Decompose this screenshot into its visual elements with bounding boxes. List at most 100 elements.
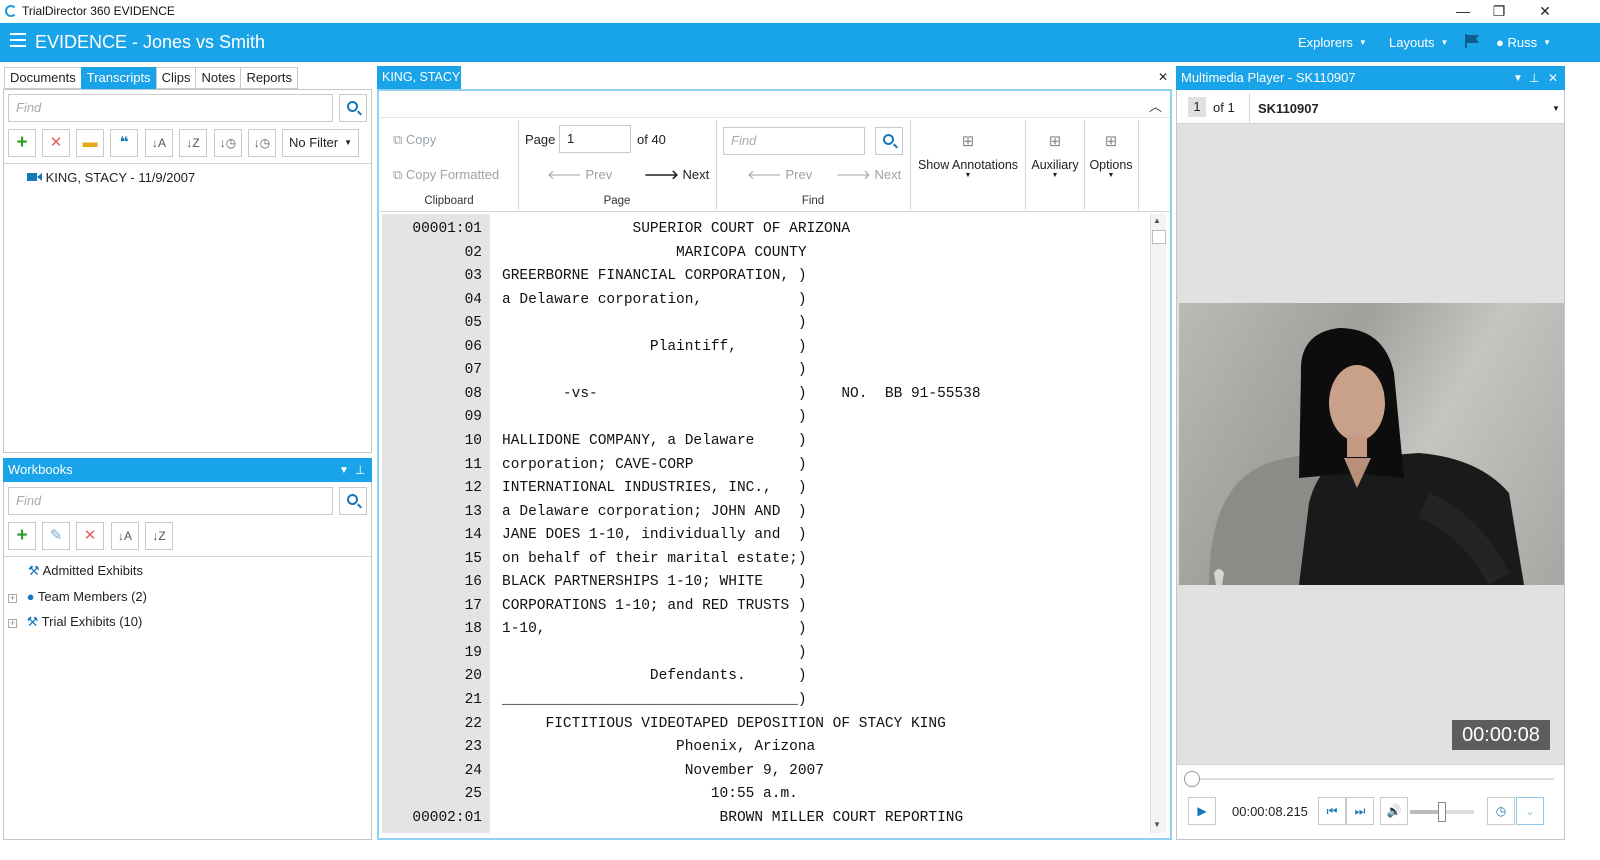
explorers-menu[interactable]: Explorers ▼ (1298, 35, 1367, 50)
transcript-line[interactable]: Defendants. ) (502, 668, 807, 684)
seek-handle[interactable] (1183, 771, 1200, 787)
transcript-line[interactable]: 10:55 a.m. (502, 786, 798, 802)
workbook-item-admitted-exhibits[interactable]: ⚒ Admitted Exhibits (28, 563, 143, 579)
find-prev-button[interactable]: 🡐 Prev (747, 167, 812, 183)
play-button[interactable]: ▶ (1188, 797, 1216, 825)
transcript-line[interactable]: a Delaware corporation, ) (502, 292, 807, 308)
transcript-line[interactable]: SUPERIOR COURT OF ARIZONA (502, 221, 851, 237)
transcript-line[interactable]: MARICOPA COUNTY (502, 245, 807, 261)
sort-descending-icon[interactable]: ↓Z (145, 522, 173, 550)
copy-formatted-button[interactable]: ⧉ Copy Formatted (393, 167, 499, 183)
volume-icon[interactable]: 🔊 (1380, 797, 1408, 825)
transcript-line[interactable]: CORPORATIONS 1-10; and RED TRUSTS ) (502, 598, 807, 614)
quote-icon[interactable]: ❝ (110, 129, 138, 157)
close-tab-icon[interactable]: ✕ (1158, 70, 1168, 84)
transcript-line[interactable]: on behalf of their marital estate;) (502, 551, 807, 567)
show-annotations-button[interactable]: ⊞ Show Annotations ▼ (912, 132, 1024, 179)
tab-notes[interactable]: Notes (195, 67, 241, 89)
expand-icon[interactable]: + (8, 594, 17, 603)
hamburger-menu-icon[interactable] (10, 33, 26, 47)
clip-select[interactable]: SK110907 (1258, 101, 1319, 116)
transcript-line[interactable]: ) (502, 315, 807, 331)
transcript-line[interactable]: ) (502, 362, 807, 378)
scroll-up-icon[interactable]: ▲ (1153, 216, 1161, 225)
folder-icon[interactable]: ▬ (76, 129, 104, 157)
video-frame[interactable] (1179, 303, 1564, 585)
transcript-line[interactable]: JANE DOES 1-10, individually and ) (502, 527, 807, 543)
chevron-down-icon[interactable]: ⌄ (1516, 797, 1544, 825)
user-menu[interactable]: ● Russ ▼ (1496, 35, 1551, 50)
flag-icon[interactable] (1464, 33, 1482, 52)
add-button[interactable]: + (8, 129, 36, 157)
find-next-button[interactable]: 🡒 Next (836, 167, 901, 183)
sort-ascending-icon[interactable]: ↓A (111, 522, 139, 550)
volume-handle[interactable] (1438, 802, 1446, 822)
transcript-line[interactable]: Phoenix, Arizona (502, 739, 815, 755)
transcript-line[interactable]: GREERBORNE FINANCIAL CORPORATION, ) (502, 268, 807, 284)
delete-workbook-button[interactable]: ✕ (76, 522, 104, 550)
maximize-button[interactable]: ❐ (1476, 0, 1522, 23)
next-page-button[interactable]: 🡒 Next (644, 167, 709, 183)
clip-page-input[interactable]: 1 (1188, 97, 1206, 117)
transcript-find-button[interactable] (875, 127, 903, 155)
workbook-item-trial-exhibits[interactable]: + ⚒ Trial Exhibits (10) (8, 614, 142, 630)
sort-descending-icon[interactable]: ↓Z (179, 129, 207, 157)
dropdown-icon[interactable]: ▼ (339, 465, 349, 476)
transcript-line[interactable]: BLACK PARTNERSHIPS 1-10; WHITE ) (502, 574, 807, 590)
dropdown-icon[interactable]: ▼ (1513, 73, 1523, 84)
transcript-line[interactable]: FICTITIOUS VIDEOTAPED DEPOSITION OF STAC… (502, 716, 946, 732)
transcript-line[interactable]: ) (502, 645, 807, 661)
tab-transcripts[interactable]: Transcripts (80, 67, 156, 89)
page-number-input[interactable]: 1 (559, 125, 631, 153)
transcript-line[interactable]: 1-10, ) (502, 621, 807, 637)
edit-pencil-icon[interactable]: ✎ (42, 522, 70, 550)
transcript-line[interactable]: November 9, 2007 (502, 763, 824, 779)
skip-back-icon[interactable]: ⏮ (1318, 797, 1346, 825)
close-window-button[interactable]: ✕ (1522, 0, 1568, 23)
transcript-tab[interactable]: KING, STACY (377, 66, 461, 89)
delete-button[interactable]: ✕ (42, 129, 70, 157)
collapse-ribbon-icon[interactable]: ︿ (1149, 96, 1162, 115)
sort-ascending-icon[interactable]: ↓A (145, 129, 173, 157)
transcript-tree-item[interactable]: KING, STACY - 11/9/2007 (27, 170, 195, 185)
tab-reports[interactable]: Reports (240, 67, 298, 89)
prev-page-button[interactable]: 🡐 Prev (547, 167, 612, 183)
skip-forward-icon[interactable]: ⏭ (1346, 797, 1374, 825)
transcript-line[interactable]: -vs- ) NO. BB 91-55538 (502, 386, 981, 402)
transcript-line[interactable]: ) (502, 409, 807, 425)
seek-bar[interactable] (1183, 771, 1554, 787)
transcript-line[interactable]: BROWN MILLER COURT REPORTING (502, 810, 964, 826)
transcripts-search-button[interactable] (339, 94, 367, 122)
tab-clips[interactable]: Clips (155, 67, 196, 89)
scroll-down-icon[interactable]: ▼ (1153, 820, 1161, 829)
transcript-line[interactable]: a Delaware corporation; JOHN AND ) (502, 504, 807, 520)
transcript-line[interactable]: corporation; CAVE-CORP ) (502, 457, 807, 473)
copy-button[interactable]: ⧉ Copy (393, 132, 436, 148)
filter-dropdown[interactable]: No Filter ▼ (282, 129, 359, 157)
scrollbar-thumb[interactable] (1152, 230, 1166, 244)
transcript-scrollbar[interactable]: ▲ ▼ (1150, 214, 1166, 833)
auxiliary-button[interactable]: ⊞ Auxiliary ▼ (1026, 132, 1084, 179)
tab-documents[interactable]: Documents (4, 67, 81, 89)
add-workbook-button[interactable]: + (8, 522, 36, 550)
pin-icon[interactable]: ⊥ (1529, 71, 1539, 85)
workbooks-search-input[interactable]: Find (8, 487, 333, 515)
workbooks-search-button[interactable] (339, 487, 367, 515)
options-button[interactable]: ⊞ Options ▼ (1085, 132, 1137, 179)
transcripts-search-input[interactable]: Find (8, 94, 333, 122)
pin-icon[interactable]: ⊥ (355, 463, 365, 477)
layouts-menu[interactable]: Layouts ▼ (1389, 35, 1448, 50)
transcript-find-input[interactable]: Find (723, 127, 865, 155)
chevron-down-icon[interactable]: ▼ (1552, 104, 1560, 113)
transcript-line[interactable]: Plaintiff, ) (502, 339, 807, 355)
close-icon[interactable]: ✕ (1548, 71, 1558, 85)
sort-date-descending-icon[interactable]: ↓◷ (248, 129, 276, 157)
sort-date-ascending-icon[interactable]: ↓◷ (214, 129, 242, 157)
volume-slider[interactable] (1410, 802, 1474, 822)
transcript-line[interactable]: INTERNATIONAL INDUSTRIES, INC., ) (502, 480, 807, 496)
workbook-item-team-members[interactable]: + ● Team Members (2) (8, 589, 147, 604)
transcript-line[interactable]: HALLIDONE COMPANY, a Delaware ) (502, 433, 807, 449)
clock-icon[interactable]: ◷ (1487, 797, 1515, 825)
expand-icon[interactable]: + (8, 619, 17, 628)
transcript-line[interactable]: __________________________________) (502, 692, 807, 708)
